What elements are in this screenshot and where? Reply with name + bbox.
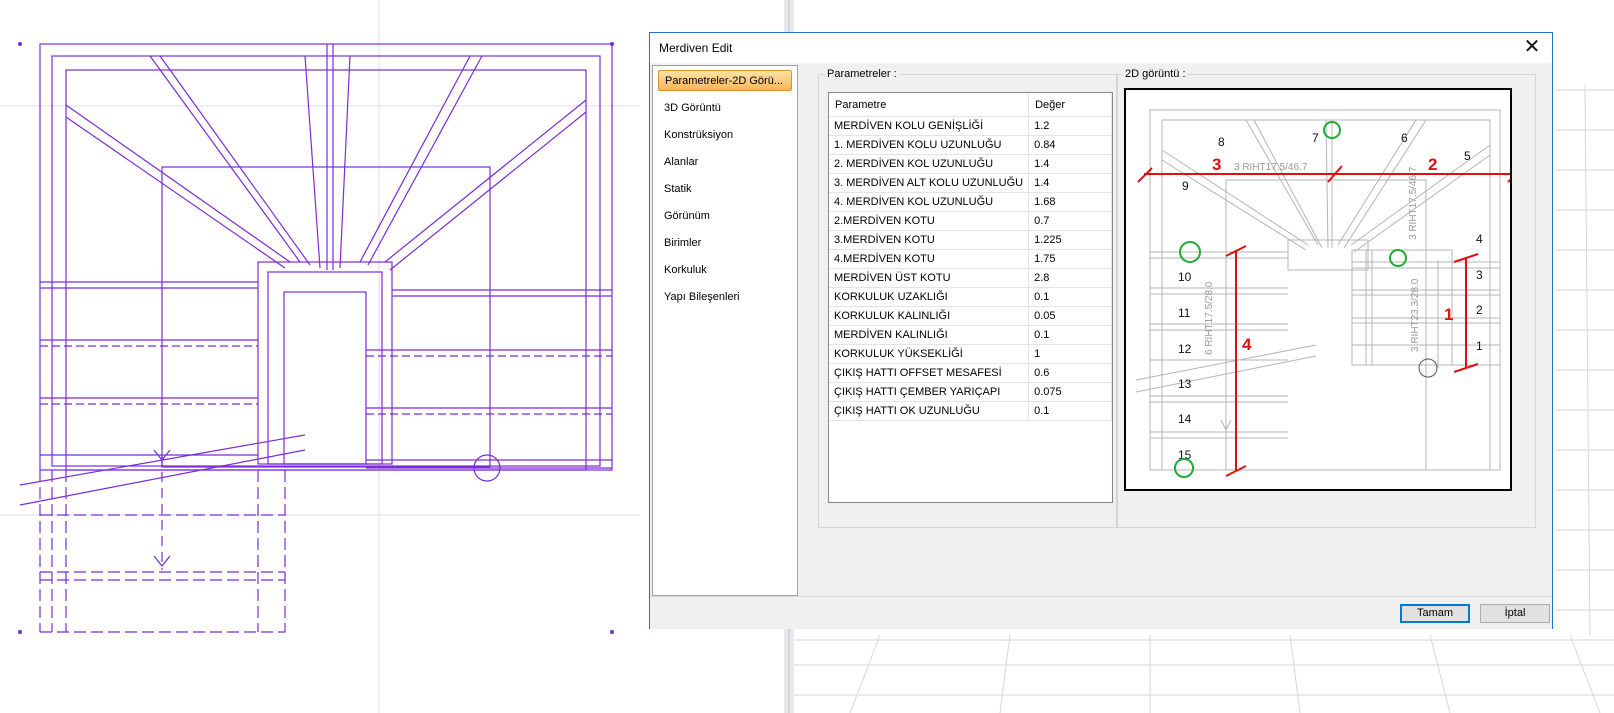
param-name-cell: MERDİVEN KALINLIĞI xyxy=(829,325,1030,345)
view2d-canvas[interactable]: 3 RIHT17.5/46.7 3 RIHT17.5/46.7 3 RIHT23… xyxy=(1124,88,1525,491)
riht-label-left: 6 RIHT17.5/28.0 xyxy=(1204,281,1215,355)
close-icon[interactable]: ✕ xyxy=(1512,33,1552,63)
dialog-title: Merdiven Edit xyxy=(659,41,733,55)
flight-number-1: 1 xyxy=(1444,305,1453,324)
param-name-cell: 3.MERDİVEN KOTU xyxy=(829,230,1030,250)
view2d-drawing: 3 RIHT17.5/46.7 3 RIHT17.5/46.7 3 RIHT23… xyxy=(1135,109,1525,478)
table-row[interactable]: ÇIKIŞ HATTI ÇEMBER YARIÇAPI 0.075 xyxy=(829,382,1112,402)
param-name-cell: 4. MERDİVEN KOL UZUNLUĞU xyxy=(829,192,1030,212)
sidebar-item-gorunum[interactable]: Görünüm xyxy=(658,206,792,227)
cad-stair-plan xyxy=(19,43,613,633)
table-row[interactable]: 2.MERDİVEN KOTU 0.7 xyxy=(829,211,1112,231)
param-value-cell[interactable]: 1.2 xyxy=(1028,116,1112,136)
step-number-5: 5 xyxy=(1464,149,1471,163)
param-value-cell[interactable]: 0.075 xyxy=(1028,382,1112,402)
flight-number-3: 3 xyxy=(1212,155,1221,174)
param-value-cell[interactable]: 0.84 xyxy=(1028,135,1112,155)
table-row[interactable]: KORKULUK YÜKSEKLİĞİ 1 xyxy=(829,344,1112,364)
param-name-cell: 4.MERDİVEN KOTU xyxy=(829,249,1030,269)
flight-number-4: 4 xyxy=(1242,335,1252,354)
param-name-cell: ÇIKIŞ HATTI OFFSET MESAFESİ xyxy=(829,363,1030,383)
param-value-cell[interactable]: 1.68 xyxy=(1028,192,1112,212)
param-value-cell[interactable]: 2.8 xyxy=(1028,268,1112,288)
param-value-cell[interactable]: 0.1 xyxy=(1028,401,1112,421)
table-row[interactable]: MERDİVEN KOLU GENİŞLİĞİ 1.2 xyxy=(829,116,1112,136)
ok-button[interactable]: Tamam xyxy=(1400,604,1470,623)
step-number-11: 11 xyxy=(1178,306,1191,320)
param-name-cell: KORKULUK KALINLIĞI xyxy=(829,306,1030,326)
sidebar-item-yapi-bilesenleri[interactable]: Yapı Bileşenleri xyxy=(658,287,792,308)
sidebar-item-konstruksiyon[interactable]: Konstrüksiyon xyxy=(658,125,792,146)
param-value-cell[interactable]: 0.6 xyxy=(1028,363,1112,383)
sidebar-item-3d-goruntu[interactable]: 3D Görüntü xyxy=(658,98,792,119)
sidebar-item-birimler[interactable]: Birimler xyxy=(658,233,792,254)
table-row[interactable]: ÇIKIŞ HATTI OK UZUNLUĞU 0.1 xyxy=(829,401,1112,421)
param-name-cell: MERDİVEN KOLU GENİŞLİĞİ xyxy=(829,116,1030,136)
step-number-2: 2 xyxy=(1476,303,1483,317)
sidebar-item-statik[interactable]: Statik xyxy=(658,179,792,200)
cancel-button[interactable]: İptal xyxy=(1480,604,1550,623)
table-row[interactable]: 3. MERDİVEN ALT KOLU UZUNLUĞU 1.4 xyxy=(829,173,1112,193)
param-name-cell: ÇIKIŞ HATTI ÇEMBER YARIÇAPI xyxy=(829,382,1030,402)
marker-circle-right xyxy=(1389,249,1407,267)
dialog-footer: Tamam İptal xyxy=(650,596,1552,629)
riht-label-right-top: 3 RIHT17.5/46.7 xyxy=(1408,166,1419,240)
param-value-cell[interactable]: 0.1 xyxy=(1028,287,1112,307)
param-value-cell[interactable]: 1.4 xyxy=(1028,173,1112,193)
table-row[interactable]: 2. MERDİVEN KOL UZUNLUĞU 1.4 xyxy=(829,154,1112,174)
step-number-3: 3 xyxy=(1476,268,1483,282)
sidebar-item-korkuluk[interactable]: Korkuluk xyxy=(658,260,792,281)
param-value-cell[interactable]: 0.7 xyxy=(1028,211,1112,231)
step-number-1: 1 xyxy=(1476,339,1483,353)
table-row[interactable]: 4. MERDİVEN KOL UZUNLUĞU 1.68 xyxy=(829,192,1112,212)
param-value-cell[interactable]: 1.75 xyxy=(1028,249,1112,269)
title-bar[interactable]: Merdiven Edit ✕ xyxy=(650,33,1552,63)
step-number-6: 6 xyxy=(1401,131,1408,145)
col-header-parametre[interactable]: Parametre xyxy=(829,93,1030,117)
param-value-cell[interactable]: 1.225 xyxy=(1028,230,1112,250)
table-row[interactable]: 1. MERDİVEN KOLU UZUNLUĞU 0.84 xyxy=(829,135,1112,155)
step-number-9: 9 xyxy=(1182,179,1189,193)
param-name-cell: KORKULUK UZAKLIĞI xyxy=(829,287,1030,307)
dialog-content: Parametreler-2D Görü... 3D Görüntü Konst… xyxy=(650,63,1552,596)
step-number-12: 12 xyxy=(1178,342,1192,356)
sidebar-item-alanlar[interactable]: Alanlar xyxy=(658,152,792,173)
param-name-cell: 2. MERDİVEN KOL UZUNLUĞU xyxy=(829,154,1030,174)
param-value-cell[interactable]: 1.4 xyxy=(1028,154,1112,174)
step-number-7: 7 xyxy=(1312,131,1319,145)
view2d-group-label: 2D görüntü : xyxy=(1123,68,1188,80)
table-row[interactable]: MERDİVEN KALINLIĞI 0.1 xyxy=(829,325,1112,345)
param-name-cell: 3. MERDİVEN ALT KOLU UZUNLUĞU xyxy=(829,173,1030,193)
params-group-label: Parametreler : xyxy=(825,68,899,80)
step-number-8: 8 xyxy=(1218,135,1225,149)
flight-number-2: 2 xyxy=(1428,155,1437,174)
col-header-deger[interactable]: Değer xyxy=(1028,93,1112,117)
params-table[interactable]: Parametre Değer MERDİVEN KOLU GENİŞLİĞİ 1… xyxy=(828,92,1113,503)
table-row[interactable]: KORKULUK KALINLIĞI 0.05 xyxy=(829,306,1112,326)
param-value-cell[interactable]: 0.05 xyxy=(1028,306,1112,326)
table-header: Parametre Değer xyxy=(829,93,1112,117)
step-number-4: 4 xyxy=(1476,232,1483,246)
table-row[interactable]: MERDİVEN ÜST KOTU 2.8 xyxy=(829,268,1112,288)
table-row[interactable]: 4.MERDİVEN KOTU 1.75 xyxy=(829,249,1112,269)
sidebar: Parametreler-2D Görü... 3D Görüntü Konst… xyxy=(652,65,798,596)
sidebar-item-parametreler-2d[interactable]: Parametreler-2D Görü... xyxy=(658,70,792,91)
param-name-cell: 1. MERDİVEN KOLU UZUNLUĞU xyxy=(829,135,1030,155)
param-name-cell: MERDİVEN ÜST KOTU xyxy=(829,268,1030,288)
step-number-10: 10 xyxy=(1178,270,1192,284)
table-row[interactable]: 3.MERDİVEN KOTU 1.225 xyxy=(829,230,1112,250)
riht-label-right: 3 RIHT23.3/28.0 xyxy=(1410,278,1421,352)
merdiven-edit-dialog: Merdiven Edit ✕ Parametreler-2D Görü... … xyxy=(649,32,1553,629)
param-name-cell: KORKULUK YÜKSEKLİĞİ xyxy=(829,344,1030,364)
step-number-14: 14 xyxy=(1178,412,1192,426)
param-value-cell[interactable]: 1 xyxy=(1028,344,1112,364)
step-number-13: 13 xyxy=(1178,377,1192,391)
table-row[interactable]: KORKULUK UZAKLIĞI 0.1 xyxy=(829,287,1112,307)
riht-label-top: 3 RIHT17.5/46.7 xyxy=(1234,162,1308,173)
param-name-cell: ÇIKIŞ HATTI OK UZUNLUĞU xyxy=(829,401,1030,421)
param-value-cell[interactable]: 0.1 xyxy=(1028,325,1112,345)
table-row[interactable]: ÇIKIŞ HATTI OFFSET MESAFESİ 0.6 xyxy=(829,363,1112,383)
param-name-cell: 2.MERDİVEN KOTU xyxy=(829,211,1030,231)
